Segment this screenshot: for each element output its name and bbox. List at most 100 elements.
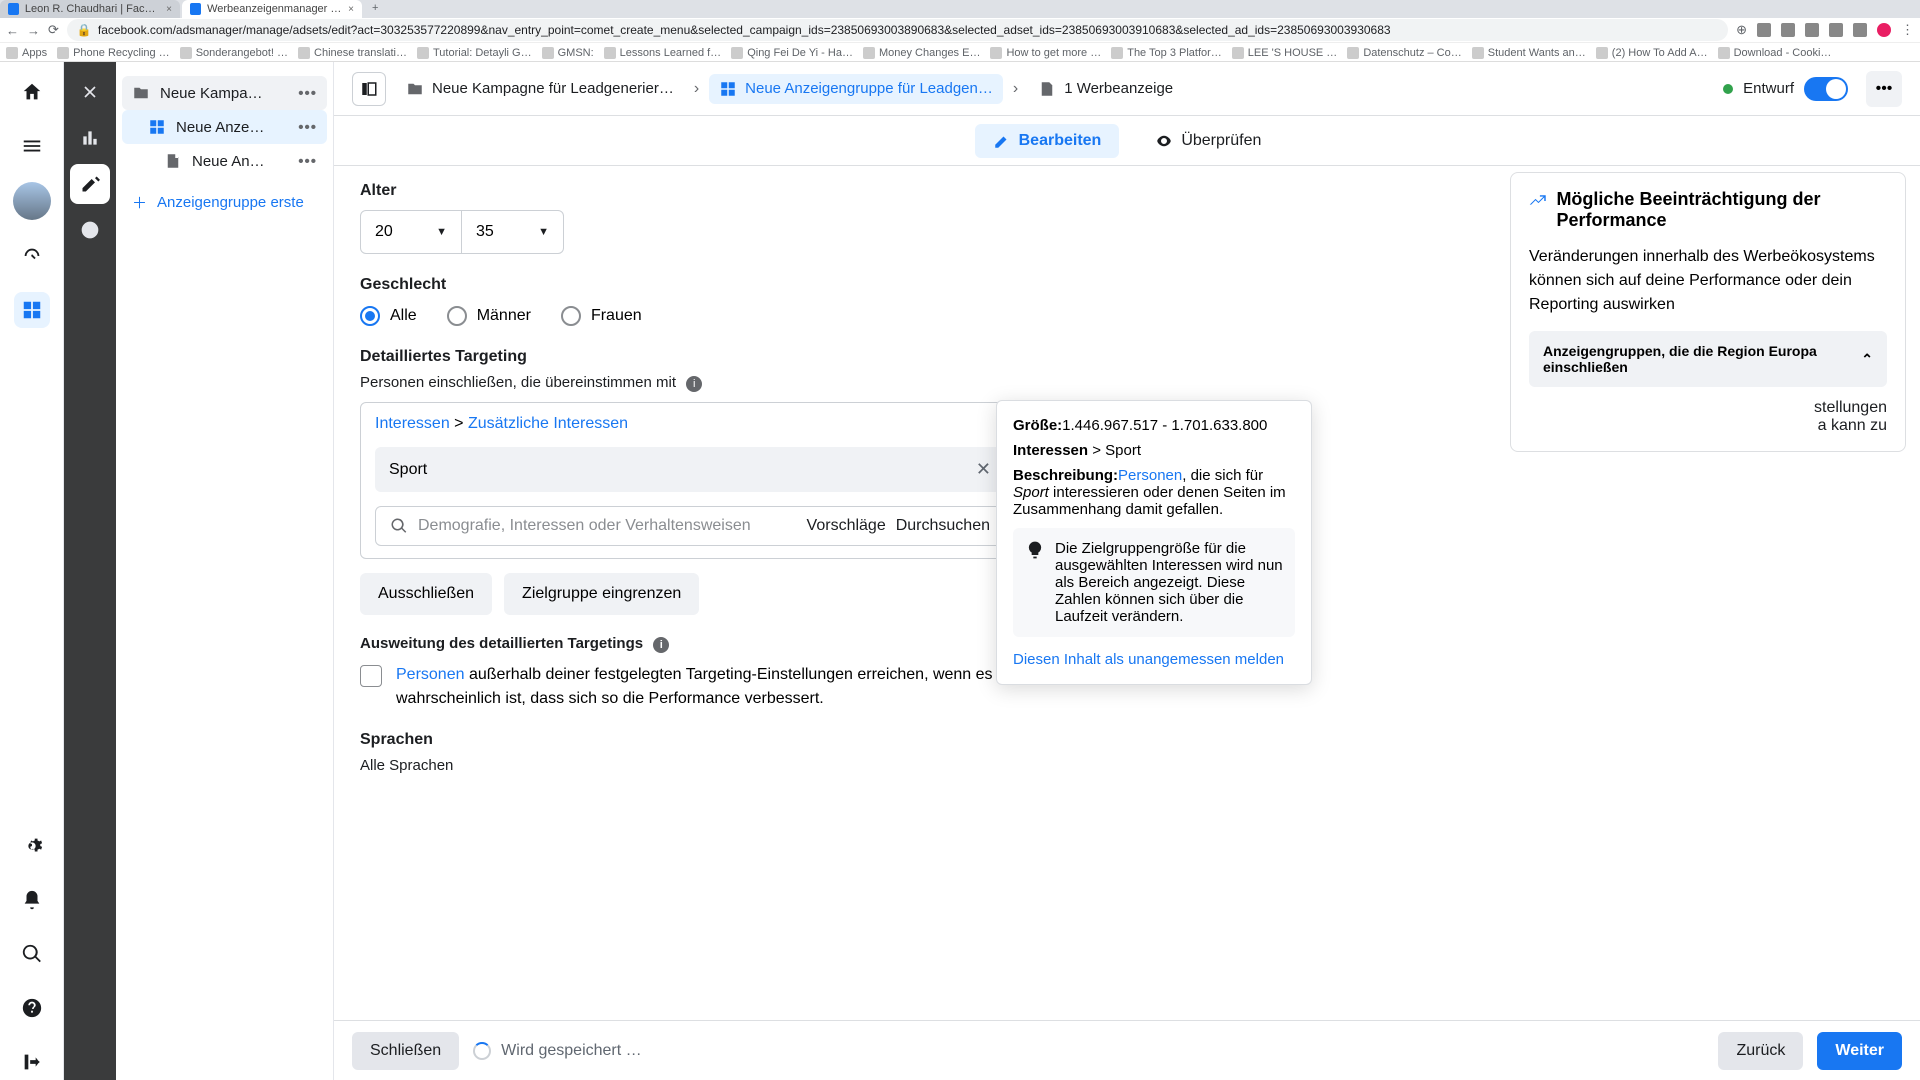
interest-breadcrumb: Interessen > Zusätzliche Interessen — [375, 415, 1005, 433]
adset-icon — [719, 80, 737, 98]
browser-tab-active[interactable]: Werbeanzeigenmanager - We × — [182, 0, 362, 18]
exclude-button[interactable]: Ausschließen — [360, 573, 492, 615]
extension-icon[interactable] — [1805, 23, 1819, 37]
profile-icon[interactable] — [1877, 23, 1891, 37]
crumb-ad[interactable]: 1 Werbeanzeige — [1028, 74, 1183, 104]
back-button[interactable]: Zurück — [1718, 1032, 1803, 1070]
close-icon[interactable]: × — [166, 4, 172, 15]
bell-icon[interactable] — [14, 882, 50, 918]
bookmark[interactable]: LEE 'S HOUSE … — [1232, 47, 1338, 59]
bookmark[interactable]: Tutorial: Detayli G… — [417, 47, 532, 59]
bookmark[interactable]: Lessons Learned f… — [604, 47, 722, 59]
menu-icon[interactable] — [14, 128, 50, 164]
extension-icon[interactable] — [1757, 23, 1771, 37]
bookmark[interactable]: Download - Cooki… — [1718, 47, 1832, 59]
bookmark[interactable]: Apps — [6, 47, 47, 59]
menu-icon[interactable]: ⋮ — [1901, 22, 1914, 38]
age-max-select[interactable]: 35▼ — [462, 210, 564, 254]
pencil-icon[interactable] — [70, 164, 110, 204]
age-min-select[interactable]: 20▼ — [360, 210, 462, 254]
detailed-targeting-sub: Personen einschließen, die übereinstimme… — [360, 374, 1020, 392]
age-label: Alter — [360, 182, 1020, 200]
radio-icon — [561, 306, 581, 326]
url-bar[interactable]: 🔒 facebook.com/adsmanager/manage/adsets/… — [67, 19, 1728, 41]
back-icon[interactable]: ← — [6, 23, 19, 38]
report-link[interactable]: Diesen Inhalt als unangemessen melden — [1013, 651, 1295, 668]
info-icon[interactable]: i — [686, 376, 702, 392]
narrow-button[interactable]: Zielgruppe eingrenzen — [504, 573, 699, 615]
extension-icon[interactable] — [1829, 23, 1843, 37]
facebook-favicon — [190, 3, 201, 15]
tab-edit[interactable]: Bearbeiten — [975, 124, 1120, 158]
address-row: ← → ⟳ 🔒 facebook.com/adsmanager/manage/a… — [0, 18, 1920, 42]
help-icon[interactable] — [14, 990, 50, 1026]
suggestions-button[interactable]: Vorschläge — [807, 517, 886, 535]
publish-toggle[interactable] — [1804, 77, 1848, 101]
gear-icon[interactable] — [14, 828, 50, 864]
interest-chip[interactable]: Sport ✕ — [375, 447, 1005, 492]
url-text: facebook.com/adsmanager/manage/adsets/ed… — [98, 23, 1391, 37]
targeting-search[interactable]: Vorschläge Durchsuchen — [375, 506, 1005, 546]
tree-ad[interactable]: Neue An… ••• — [122, 144, 327, 178]
more-icon[interactable]: ••• — [1866, 71, 1902, 107]
bookmark[interactable]: The Top 3 Platfor… — [1111, 47, 1222, 59]
gauge-icon[interactable] — [14, 238, 50, 274]
search-input[interactable] — [418, 517, 797, 535]
add-adset-button[interactable]: ＋ Anzeigengruppe erste — [122, 178, 327, 227]
more-icon[interactable]: ••• — [298, 85, 317, 102]
close-button[interactable]: Schließen — [352, 1032, 459, 1070]
browse-button[interactable]: Durchsuchen — [896, 517, 990, 535]
crumb-adset[interactable]: Neue Anzeigengruppe für Leadgen… — [709, 74, 1003, 104]
grid-icon[interactable] — [14, 292, 50, 328]
bookmark[interactable]: Student Wants an… — [1472, 47, 1586, 59]
radio-women[interactable]: Frauen — [561, 306, 642, 326]
bookmark[interactable]: Chinese translati… — [298, 47, 407, 59]
panel-toggle-icon[interactable] — [352, 72, 386, 106]
extension-icon[interactable] — [1853, 23, 1867, 37]
bookmark[interactable]: How to get more … — [990, 47, 1101, 59]
close-icon[interactable]: ✕ — [976, 459, 991, 480]
languages-label: Sprachen — [360, 731, 1020, 749]
forward-icon[interactable]: → — [27, 23, 40, 38]
more-icon[interactable]: ••• — [298, 153, 317, 170]
chart-icon[interactable] — [70, 118, 110, 158]
tree-adset[interactable]: Neue Anze… ••• — [122, 110, 327, 144]
close-icon[interactable]: × — [348, 4, 354, 15]
expansion-checkbox[interactable] — [360, 665, 382, 687]
collapse-icon[interactable] — [14, 1044, 50, 1080]
home-icon[interactable] — [14, 74, 50, 110]
new-tab-button[interactable]: + — [364, 0, 386, 18]
bookmark[interactable]: GMSN: — [542, 47, 594, 59]
tab-review[interactable]: Überprüfen — [1137, 124, 1279, 158]
info-icon[interactable]: i — [653, 637, 669, 653]
crumb-campaign[interactable]: Neue Kampagne für Leadgenerier… — [396, 74, 684, 104]
tree-campaign[interactable]: Neue Kampa… ••• — [122, 76, 327, 110]
folder-icon — [132, 84, 150, 102]
main-nav-rail — [0, 62, 64, 1080]
desc-label: Beschreibung: — [1013, 467, 1118, 484]
next-button[interactable]: Weiter — [1817, 1032, 1902, 1070]
bookmark[interactable]: Phone Recycling … — [57, 47, 170, 59]
browser-tab[interactable]: Leon R. Chaudhari | Facebook × — [0, 0, 180, 18]
radio-all[interactable]: Alle — [360, 306, 417, 326]
bookmark[interactable]: Money Changes E… — [863, 47, 981, 59]
pencil-icon — [993, 132, 1011, 150]
clock-icon[interactable] — [70, 210, 110, 250]
radio-men[interactable]: Männer — [447, 306, 531, 326]
panel-body: Veränderungen innerhalb des Werbeökosyst… — [1529, 245, 1887, 317]
footer-bar: Schließen Wird gespeichert … Zurück Weit… — [334, 1020, 1920, 1080]
search-icon — [390, 517, 408, 535]
bookmark[interactable]: (2) How To Add A… — [1596, 47, 1708, 59]
search-icon[interactable]: ⊕ — [1736, 22, 1747, 38]
bookmark[interactable]: Datenschutz – Co… — [1347, 47, 1461, 59]
reload-icon[interactable]: ⟳ — [48, 22, 59, 38]
more-icon[interactable]: ••• — [298, 119, 317, 136]
close-icon[interactable] — [70, 72, 110, 112]
accordion-header[interactable]: Anzeigengruppen, die die Region Europa e… — [1529, 331, 1887, 387]
languages-value: Alle Sprachen — [360, 757, 1020, 774]
avatar[interactable] — [13, 182, 51, 220]
bookmark[interactable]: Sonderangebot! … — [180, 47, 288, 59]
search-icon[interactable] — [14, 936, 50, 972]
bookmark[interactable]: Qing Fei De Yi - Ha… — [731, 47, 853, 59]
extension-icon[interactable] — [1781, 23, 1795, 37]
